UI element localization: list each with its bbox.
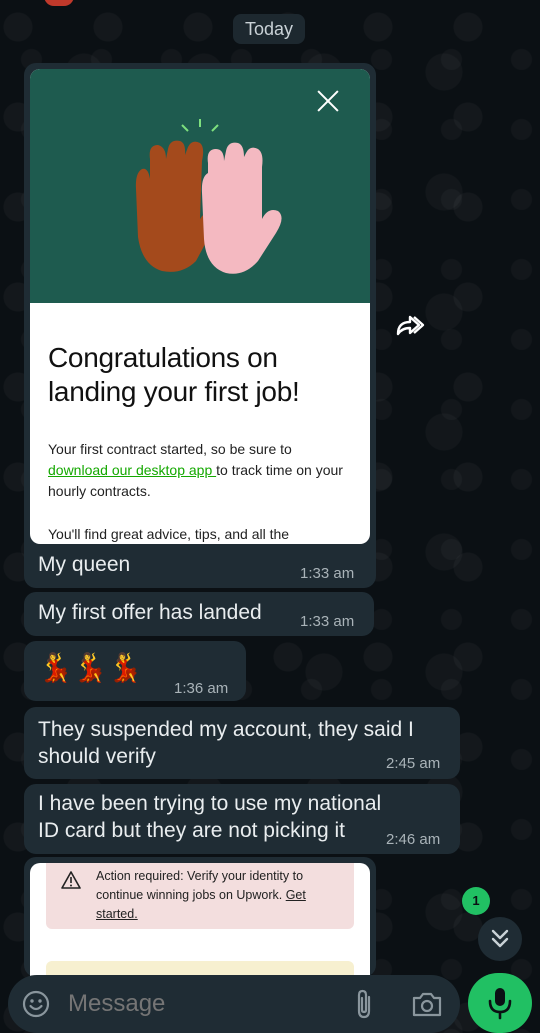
warning-icon [61, 871, 81, 889]
chevron-double-down-icon [491, 929, 509, 948]
message-time: 1:33 am [300, 613, 355, 630]
paperclip-icon[interactable] [352, 989, 376, 1019]
card-header-illustration [30, 69, 370, 303]
unread-count-badge: 1 [462, 887, 490, 915]
message-time: 1:33 am [300, 565, 355, 582]
message-text: My queen [38, 553, 131, 576]
message-time: 2:46 am [386, 831, 441, 848]
close-icon[interactable] [316, 89, 340, 113]
mic-icon [488, 988, 512, 1020]
message-composer [8, 975, 460, 1033]
message-time: 1:36 am [174, 680, 229, 697]
card-body: Your first contract started, so be sure … [48, 439, 348, 502]
action-required-alert: Action required: Verify your identity to… [46, 863, 354, 929]
card-body-continued: You'll find great advice, tips, and all … [48, 526, 290, 542]
scroll-to-bottom-button[interactable] [478, 917, 522, 961]
message-time: 2:45 am [386, 755, 441, 772]
card-body-text: Your first contract started, so be sure … [48, 441, 292, 457]
image-message-bubble[interactable]: Congratulations on landing your first jo… [24, 63, 376, 588]
message-text: I have been trying to use my national ID… [38, 792, 382, 842]
voice-message-button[interactable] [468, 973, 532, 1033]
download-app-link[interactable]: download our desktop app [48, 462, 216, 478]
alert-message: Action required: Verify your identity to… [96, 869, 304, 902]
message-input[interactable] [68, 989, 318, 1019]
camera-icon[interactable] [411, 990, 443, 1018]
message-bubble[interactable]: I have been trying to use my national ID… [24, 784, 460, 854]
upwork-congrats-image[interactable]: Congratulations on landing your first jo… [30, 69, 370, 544]
card-title: Congratulations on landing your first jo… [48, 342, 300, 407]
message-text: My first offer has landed [38, 601, 262, 624]
alert-text: Action required: Verify your identity to… [96, 867, 346, 924]
message-bubble[interactable]: They suspended my account, they said I s… [24, 707, 460, 779]
forward-icon[interactable] [392, 308, 426, 342]
image-message-bubble[interactable]: Action required: Verify your identity to… [24, 857, 376, 977]
message-bubble[interactable]: My first offer has landed 1:33 am [24, 592, 374, 636]
message-bubble[interactable]: 💃💃💃 1:36 am [24, 641, 246, 701]
date-separator: Today [233, 14, 305, 44]
emoji-icon[interactable] [22, 990, 50, 1018]
message-emoji: 💃💃💃 [38, 652, 143, 683]
upwork-verify-image[interactable]: Action required: Verify your identity to… [30, 863, 370, 977]
